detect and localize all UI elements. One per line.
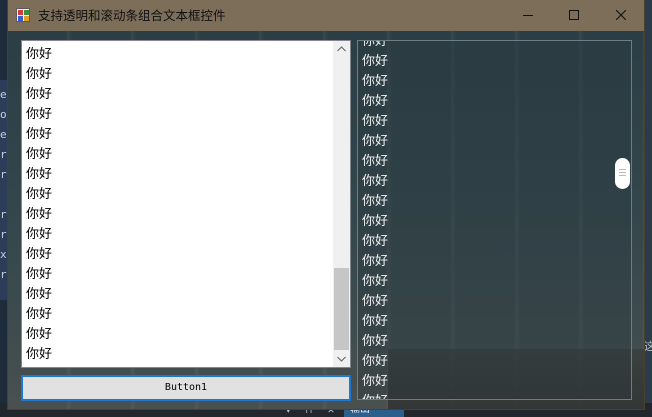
list-item: 你好: [26, 87, 53, 102]
transparent-textbox[interactable]: 你好你好你好你好你好你好你好你好你好你好你好你好你好你好你好你好你好你好你好你好: [357, 40, 632, 400]
text-line: 你好: [362, 234, 389, 249]
left-listbox-lines: 你好 你好 你好 你好 你好 你好 你好 你好 你好 你好 你好 你好 你好 你好 你好 你好: [26, 45, 326, 365]
transparent-textbox-lines: 你好你好你好你好你好你好你好你好你好你好你好你好你好你好你好你好你好你好你好你好: [362, 40, 602, 399]
background-ide-char: o: [0, 108, 7, 121]
text-line: 你好: [362, 174, 389, 189]
list-item: 你好: [26, 227, 53, 242]
window-title: 支持透明和滚动条组合文本框控件: [38, 8, 226, 23]
background-right-char: 这: [644, 340, 652, 353]
list-item: 你好: [26, 247, 53, 262]
text-line: 你好: [362, 354, 389, 369]
scroll-down-arrow[interactable]: [333, 350, 350, 367]
text-line: 你好: [362, 54, 389, 69]
list-item: 你好: [26, 327, 53, 342]
text-line: 你好: [362, 94, 389, 109]
text-line: 你好: [362, 214, 389, 229]
close-button[interactable]: [598, 0, 644, 31]
text-line: 你好: [362, 134, 389, 149]
app-icon: [16, 8, 30, 22]
chevron-up-icon: [337, 46, 346, 52]
custom-scrollbar-thumb[interactable]: [615, 158, 630, 189]
chevron-down-icon: [337, 356, 346, 362]
list-item: 你好: [26, 127, 53, 142]
list-item: 你好: [26, 207, 53, 222]
client-area: 你好 你好 你好 你好 你好 你好 你好 你好 你好 你好 你好 你好 你好 你好 你好 你好 Button1…: [8, 31, 644, 409]
text-line: 你好: [362, 154, 389, 169]
list-item: 你好: [26, 107, 53, 122]
list-item: 你好: [26, 267, 53, 282]
scroll-up-arrow[interactable]: [333, 41, 350, 58]
minimize-icon: [523, 15, 533, 16]
titlebar[interactable]: 支持透明和滚动条组合文本框控件: [8, 0, 644, 31]
text-line: 你好: [362, 114, 389, 129]
text-line: 你好: [362, 392, 602, 399]
left-listbox[interactable]: 你好 你好 你好 你好 你好 你好 你好 你好 你好 你好 你好 你好 你好 你好 你好 你好: [21, 40, 351, 368]
text-line: 你好: [362, 194, 389, 209]
left-scrollbar[interactable]: [333, 41, 350, 367]
list-item: 你好: [26, 287, 53, 302]
text-line: 你好: [362, 294, 389, 309]
text-line: 你好: [362, 374, 389, 389]
background-ide-char: e: [0, 88, 7, 101]
background-ide-char: x: [0, 248, 7, 261]
maximize-icon: [569, 10, 579, 20]
scrollbar-thumb[interactable]: [334, 268, 349, 350]
text-line: 你好: [362, 254, 389, 269]
text-line: 你好: [362, 40, 389, 49]
minimize-button[interactable]: [505, 0, 551, 31]
list-item: 你好: [26, 307, 53, 322]
maximize-button[interactable]: [551, 0, 597, 31]
app-window: 支持透明和滚动条组合文本框控件 你好 你好 你好 你好 你好 你好 你好 你好 你好 你好 你好 你好…: [8, 0, 644, 409]
background-ide-char: r: [0, 208, 7, 221]
button1[interactable]: Button1: [21, 375, 351, 401]
text-line: 你好: [362, 74, 389, 89]
background-ide-char: e: [0, 128, 7, 141]
text-line: 你好: [362, 314, 389, 329]
list-item: 你好: [26, 167, 53, 182]
list-item: 你好: [26, 67, 53, 82]
close-icon: [616, 10, 626, 20]
list-item: 你好: [26, 147, 53, 162]
text-line: 你好: [362, 274, 389, 289]
list-item: 你好: [26, 47, 53, 62]
list-item: 你好: [26, 347, 53, 362]
list-item: 你好: [26, 187, 53, 202]
text-line: 你好: [362, 334, 389, 349]
